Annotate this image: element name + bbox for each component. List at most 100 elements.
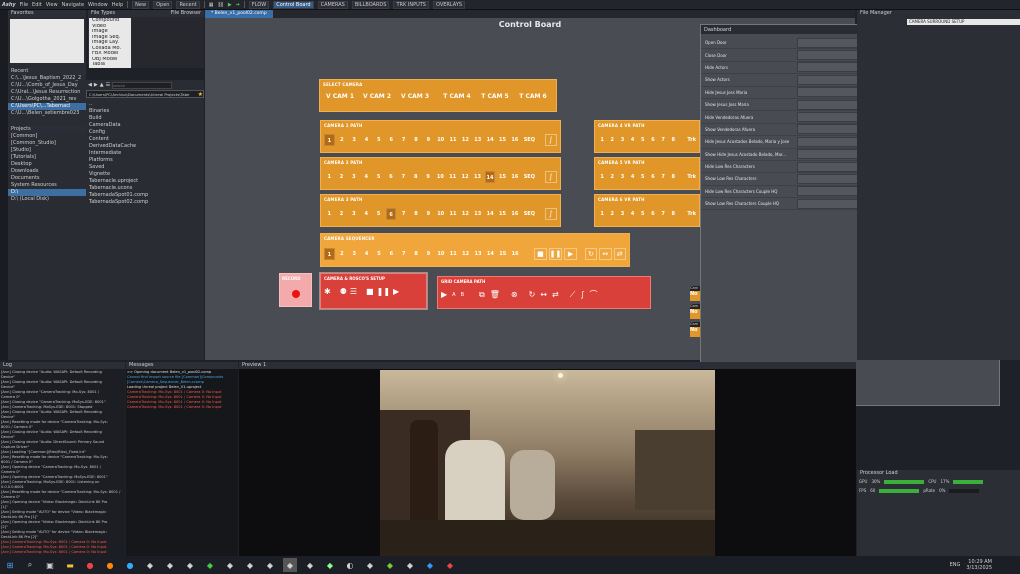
list-item[interactable]: Tabernacle.ucons	[86, 185, 204, 192]
path-step-button[interactable]: 2	[608, 171, 616, 183]
curve-icon[interactable]: ∫	[544, 208, 558, 220]
path-step-button[interactable]: 3	[349, 134, 359, 146]
list-item[interactable]: Config	[86, 129, 204, 136]
new-button[interactable]: New	[132, 0, 150, 9]
menu-navigate[interactable]: Navigate	[62, 2, 84, 8]
path-step-button[interactable]: 10	[436, 208, 446, 220]
list-item[interactable]: C:\...\Jesus_Baptism_2022_2	[8, 75, 86, 82]
sequencer-step-button[interactable]: 5	[374, 248, 384, 260]
scene-icon[interactable]: ✱	[324, 287, 331, 296]
clock[interactable]: 10:29 AM 3/13/2025	[966, 559, 992, 571]
path-step-button[interactable]: 4	[629, 171, 637, 183]
menu-file[interactable]: File	[20, 2, 28, 8]
path-step-button[interactable]: 7	[398, 208, 408, 220]
forward-icon[interactable]: ▶	[94, 82, 98, 88]
search-icon[interactable]: ⌕	[23, 558, 37, 572]
list-item[interactable]: Intermediate	[86, 150, 204, 157]
path-step-button[interactable]: 2	[336, 171, 346, 183]
curve-icon[interactable]: ∫	[544, 134, 558, 146]
path-step-button[interactable]: 7	[659, 208, 667, 220]
sequencer-step-button[interactable]: 7	[399, 248, 409, 260]
path-step-button[interactable]: 8	[669, 134, 677, 146]
path-step-button[interactable]: 1	[324, 134, 335, 146]
list-icon[interactable]: ☰	[106, 82, 110, 88]
path-step-button[interactable]: 14	[485, 134, 495, 146]
menu-edit[interactable]: Edit	[32, 2, 42, 8]
open-button[interactable]: Open	[153, 0, 173, 9]
file-types-list[interactable]: Compound Video Image Image Seq. Image La…	[89, 18, 131, 68]
list-item[interactable]: Vignette	[86, 171, 204, 178]
app-icon[interactable]: ◆	[203, 558, 217, 572]
path-step-button[interactable]: 8	[411, 171, 421, 183]
path-step-button[interactable]: 7	[659, 171, 667, 183]
list-item[interactable]: [Tutorials]	[8, 154, 86, 161]
app-icon[interactable]: ◆	[223, 558, 237, 572]
stop-icon[interactable]: ■	[534, 248, 547, 260]
list-item[interactable]: Desktop	[8, 161, 86, 168]
path-step-button[interactable]: 15	[497, 171, 507, 183]
path-step-button[interactable]: 6	[649, 171, 657, 183]
path-step-button[interactable]: 1	[598, 134, 606, 146]
loop-icon[interactable]: ↻	[584, 248, 598, 260]
edge-icon[interactable]: ●	[123, 558, 137, 572]
list-item[interactable]: Platforms	[86, 157, 204, 164]
path-step-button[interactable]: 9	[423, 208, 433, 220]
path-step-button[interactable]: 2	[336, 208, 346, 220]
sequencer-step-button[interactable]: 4	[361, 248, 371, 260]
path-bar[interactable]: C:\Users\PC\Archivo\Documents\Unreal Pro…	[86, 90, 204, 98]
path-step-button[interactable]: 11	[448, 171, 458, 183]
path-step-button[interactable]: 7	[659, 134, 667, 146]
curve-icon[interactable]: ∫	[580, 290, 584, 299]
path-step-button[interactable]: 12	[460, 208, 470, 220]
control-board-button[interactable]: Control Board	[273, 0, 314, 9]
sequencer-step-button[interactable]: 9	[423, 248, 433, 260]
path-step-button[interactable]: 10	[436, 134, 446, 146]
billboards-button[interactable]: BILLBOARDS	[351, 0, 390, 9]
stop-icon[interactable]: ■	[366, 287, 374, 296]
file-explorer-icon[interactable]: ▬	[63, 558, 77, 572]
path-step-button[interactable]: 5	[374, 134, 384, 146]
sequencer-step-button[interactable]: 1	[324, 248, 335, 260]
sequencer-step-button[interactable]: 13	[473, 248, 483, 260]
list-item[interactable]: D:\ (Local Disk)	[8, 196, 86, 203]
aximmetry-icon[interactable]: ◆	[283, 558, 297, 572]
app-icon[interactable]: ◆	[403, 558, 417, 572]
path-step-button[interactable]: 2	[608, 134, 616, 146]
nvidia-icon[interactable]: ◆	[383, 558, 397, 572]
path-step-button[interactable]: 16	[510, 171, 520, 183]
path-step-button[interactable]: 14	[485, 208, 495, 220]
list-item[interactable]: Content	[86, 136, 204, 143]
search-input[interactable]	[112, 81, 173, 89]
path-step-button[interactable]: 13	[472, 171, 482, 183]
pause-icon[interactable]: ❚❚	[548, 248, 563, 260]
path-step-button[interactable]: 2	[337, 134, 347, 146]
path-step-button[interactable]: 8	[411, 134, 421, 146]
app-icon[interactable]: ◆	[303, 558, 317, 572]
path-step-button[interactable]: 8	[669, 171, 677, 183]
path-step-button[interactable]: 8	[669, 208, 677, 220]
sequencer-step-button[interactable]: 6	[386, 248, 396, 260]
pingpong-icon[interactable]: ↔	[540, 290, 547, 299]
task-view-icon[interactable]: ▣	[43, 558, 57, 572]
windows-start-icon[interactable]: ⊞	[3, 558, 17, 572]
app-icon[interactable]: ◆	[323, 558, 337, 572]
list-item[interactable]: C:\U...\Belen_setiembre023	[8, 110, 86, 117]
curve-icon[interactable]: ∫	[544, 171, 558, 183]
favorites-list[interactable]	[10, 19, 84, 63]
firefox-icon[interactable]: ●	[103, 558, 117, 572]
path-step-button[interactable]: 5	[373, 208, 383, 220]
list-item[interactable]: C:\U...\Golgotha_2021_rev	[8, 96, 86, 103]
list-item[interactable]: ..	[86, 101, 204, 108]
record-button[interactable]	[291, 290, 300, 298]
tcam6-button[interactable]: T CAM 6	[514, 93, 552, 100]
path-step-button[interactable]: 9	[423, 171, 433, 183]
path-step-button[interactable]: 1	[324, 171, 334, 183]
list-item[interactable]: TabernadaSpot01.comp	[86, 192, 204, 199]
app-icon[interactable]: ◆	[183, 558, 197, 572]
path-step-button[interactable]: 11	[448, 134, 458, 146]
lang-label[interactable]: ENG	[950, 562, 961, 568]
tcam4-button[interactable]: T CAM 4	[438, 93, 476, 100]
path-step-button[interactable]: 4	[629, 134, 637, 146]
path-step-button[interactable]: 5	[639, 134, 647, 146]
sequencer-step-button[interactable]: 3	[349, 248, 359, 260]
